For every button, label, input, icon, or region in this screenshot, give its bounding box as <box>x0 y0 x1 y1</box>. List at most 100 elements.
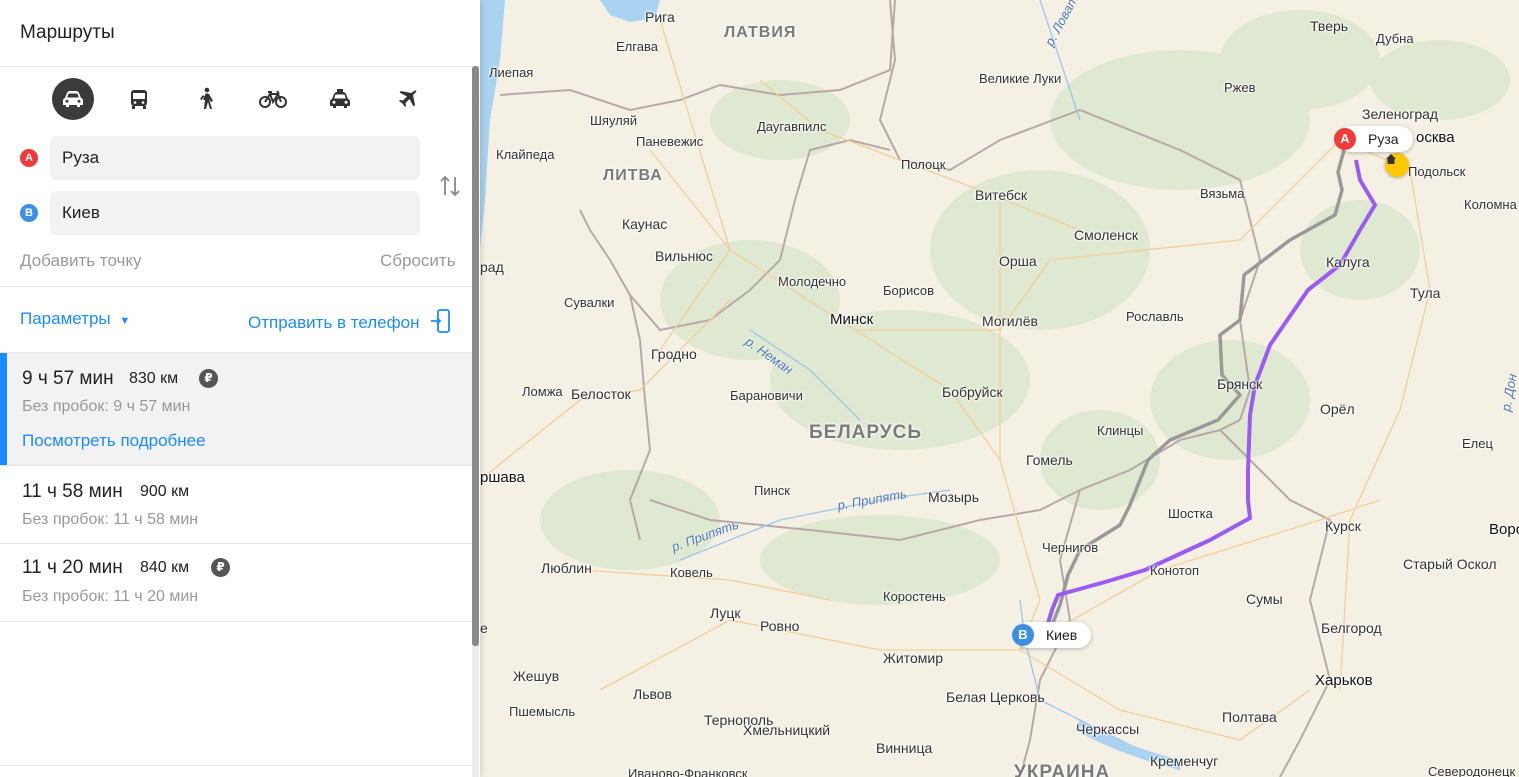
country-label-ukraine: УКРАИНА <box>1014 762 1111 777</box>
city-label: Калуга <box>1326 254 1370 270</box>
map-canvas[interactable]: ЛАТВИЯ ЛИТВА БЕЛАРУСЬ УКРАИНА р. Ловать … <box>480 0 1519 777</box>
city-label: Подольск <box>1408 164 1466 179</box>
city-label: е <box>480 620 488 636</box>
send-to-phone-link[interactable]: Отправить в телефон <box>248 309 451 333</box>
city-label: Коломна <box>1464 197 1517 212</box>
city-label: Пшемысль <box>509 704 576 719</box>
reset-link[interactable]: Сбросить <box>380 251 456 271</box>
city-label: Воро <box>1489 521 1519 538</box>
city-label: Северодонецк <box>1428 764 1516 777</box>
toll-road-icon: ₽ <box>211 558 230 577</box>
point-b-input[interactable]: Киев <box>50 191 420 235</box>
divider <box>0 286 472 287</box>
city-label: Пинск <box>754 483 790 498</box>
phone-send-icon <box>431 309 451 333</box>
city-label: Барановичи <box>730 388 803 403</box>
city-label: Чернигов <box>1042 540 1099 555</box>
route-distance: 840 км <box>140 559 190 576</box>
taxi-mode-button[interactable] <box>319 78 361 120</box>
city-label: Рославль <box>1126 309 1184 324</box>
swap-points-button[interactable] <box>439 174 461 198</box>
active-route-indicator <box>0 353 7 465</box>
routes-panel: Маршруты A Руза B Киев Добавить точку Сб… <box>0 0 480 777</box>
route-time: 11 ч 58 мин <box>22 481 123 502</box>
city-label: Ковель <box>670 565 713 580</box>
city-label: Каунас <box>622 216 668 232</box>
city-label: Великие Луки <box>979 71 1062 86</box>
point-b-marker: B <box>20 204 38 222</box>
city-label: Паневежис <box>636 134 704 149</box>
city-label: Белгород <box>1321 620 1382 636</box>
route-option[interactable]: 9 ч 57 мин 830 км ₽ Без пробок: 9 ч 57 м… <box>0 353 472 465</box>
city-label: Бобруйск <box>942 384 1003 400</box>
home-marker-icon[interactable] <box>1385 153 1409 177</box>
city-label: Житомир <box>883 650 944 666</box>
city-label: Лиепая <box>489 65 534 80</box>
city-label: Черкассы <box>1076 721 1140 737</box>
city-label: ршава <box>480 469 525 486</box>
city-label: Гомель <box>1026 452 1073 468</box>
add-point-link[interactable]: Добавить точку <box>20 251 142 271</box>
city-label: Елец <box>1462 436 1493 451</box>
pin-b-marker: B <box>1012 624 1034 646</box>
bus-mode-button[interactable] <box>118 78 160 120</box>
country-label-belarus: БЕЛАРУСЬ <box>809 422 923 443</box>
city-label: Могилёв <box>982 313 1038 329</box>
transport-modes <box>50 78 430 120</box>
city-label: Тула <box>1410 285 1441 301</box>
city-label: Полтава <box>1222 709 1277 725</box>
city-label: Ломжа <box>522 384 563 399</box>
city-label: Луцк <box>710 605 741 621</box>
city-label: Мозырь <box>928 489 980 505</box>
route-option[interactable]: 11 ч 20 мин 840 км ₽ Без пробок: 11 ч 20… <box>0 544 472 621</box>
route-time: 9 ч 57 мин <box>22 368 114 389</box>
walk-mode-button[interactable] <box>185 78 227 120</box>
city-label: Полоцк <box>901 157 946 172</box>
city-label: Молодечно <box>778 274 847 289</box>
city-label: Борисов <box>883 283 935 298</box>
point-b-row: B Киев <box>20 191 420 235</box>
city-label: Клайпеда <box>496 147 555 162</box>
city-label: Шяуляй <box>590 113 638 128</box>
pin-a-marker: A <box>1334 128 1356 150</box>
triangle-down-icon: ▼ <box>119 315 131 327</box>
country-label-lithuania: ЛИТВА <box>603 167 663 184</box>
bus-icon <box>131 90 147 109</box>
city-label: Конотоп <box>1150 563 1200 578</box>
country-label-latvia: ЛАТВИЯ <box>724 24 797 41</box>
city-label: Вильнюс <box>655 248 713 264</box>
city-label: Кременчуг <box>1150 753 1219 769</box>
divider <box>0 621 472 622</box>
city-label: Иваново-Франковск <box>628 766 748 777</box>
city-label: Курск <box>1325 518 1361 534</box>
car-mode-button[interactable] <box>52 78 94 120</box>
city-label: Жешув <box>513 668 560 684</box>
route-distance: 830 км <box>129 370 179 387</box>
route-time: 11 ч 20 мин <box>22 557 123 578</box>
forest-areas <box>540 10 1510 605</box>
baltic-sea <box>480 0 505 250</box>
params-dropdown[interactable]: Параметры ▼ <box>20 309 130 329</box>
scrollbar-thumb[interactable] <box>472 66 479 646</box>
plane-icon <box>399 90 417 107</box>
city-label: Елгава <box>616 39 658 54</box>
city-label: Смоленск <box>1074 227 1139 243</box>
city-label: Харьков <box>1315 672 1373 689</box>
plane-mode-button[interactable] <box>386 78 428 120</box>
route-option[interactable]: 11 ч 58 мин 900 км Без пробок: 11 ч 58 м… <box>0 466 472 543</box>
point-a-row: A Руза <box>20 136 420 180</box>
send-to-phone-label: Отправить в телефон <box>248 313 420 332</box>
route-details-link[interactable]: Посмотреть подробнее <box>22 431 206 451</box>
city-label: Коростень <box>883 589 946 604</box>
bicycle-mode-button[interactable] <box>252 78 294 120</box>
point-a-input[interactable]: Руза <box>50 136 420 180</box>
city-label: Брянск <box>1217 376 1263 392</box>
taxi-icon <box>330 89 350 108</box>
city-label: Вязьма <box>1200 186 1245 201</box>
city-label: Белосток <box>571 386 631 402</box>
city-label: Даугавпилс <box>757 119 827 134</box>
divider <box>0 66 472 67</box>
city-label: Орша <box>999 253 1037 269</box>
city-label: Винница <box>876 740 933 756</box>
walk-icon <box>200 87 213 109</box>
